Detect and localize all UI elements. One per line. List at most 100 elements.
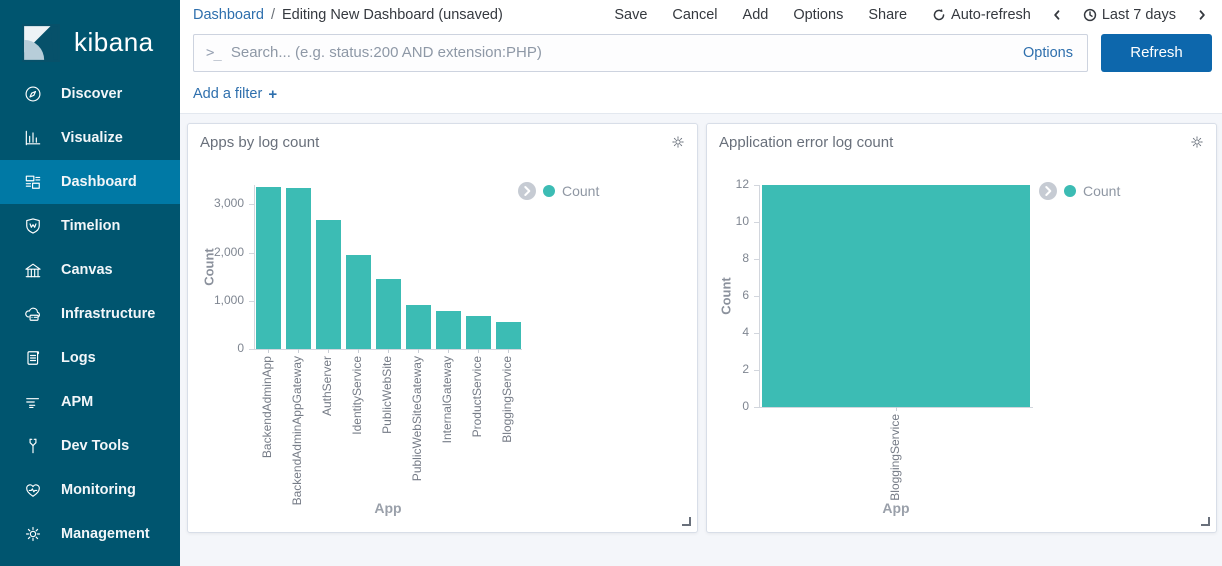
kibana-logo-text: kibana [74,27,154,58]
y-tick-mark [754,222,759,223]
logs-scroll-icon [23,348,43,368]
resize-handle-icon[interactable] [1201,517,1210,526]
bar-ProductService[interactable] [466,316,491,349]
legend-expand-icon[interactable] [1039,182,1057,200]
y-tick-mark [249,253,254,254]
sidebar-item-timelion[interactable]: Timelion [0,204,180,248]
y-tick-mark [249,349,254,350]
sidebar-item-label: Visualize [61,130,123,146]
x-tick-mark [478,349,479,353]
search-options-link[interactable]: Options [1023,45,1073,61]
x-category-label: AuthServer [320,356,334,416]
x-category-label: BloggingService [888,414,902,501]
x-category-label: PublicWebSite [380,356,394,434]
bar-IdentityService[interactable] [346,255,371,349]
sidebar-item-monitoring[interactable]: Monitoring [0,468,180,512]
menu-options-button[interactable]: Options [793,7,843,23]
y-tick-label: 12 [707,177,749,191]
search-box[interactable]: >_ Options [193,34,1088,72]
legend-series-label[interactable]: Count [562,183,599,199]
refresh-button[interactable]: Refresh [1101,34,1212,72]
bar-BackendAdminApp[interactable] [256,187,281,349]
header-right: Auto-refresh Last 7 days [932,7,1208,23]
plus-icon: + [268,86,277,103]
refresh-cycle-icon [932,8,946,22]
kibana-app: kibana DiscoverVisualizeDashboardTimelio… [0,0,1222,566]
infrastructure-cloud-icon [23,304,43,324]
search-row: >_ Options Refresh [180,30,1222,75]
resize-handle-icon[interactable] [682,517,691,526]
add-filter-link[interactable]: Add a filter + [193,86,277,103]
y-tick-label: 0 [707,399,749,413]
x-tick-mark [418,349,419,353]
sidebar-item-label: APM [61,394,93,410]
bar-BackendAdminAppGateway[interactable] [286,188,311,349]
sidebar-item-dashboard[interactable]: Dashboard [0,160,180,204]
sidebar-item-dev-tools[interactable]: Dev Tools [0,424,180,468]
top-header: Dashboard / Editing New Dashboard (unsav… [180,0,1222,30]
x-axis-title: App [374,500,401,516]
y-tick-mark [754,407,759,408]
x-tick-mark [298,349,299,353]
kibana-logo[interactable]: kibana [0,0,180,70]
gear-icon [23,524,43,544]
sidebar-item-management[interactable]: Management [0,512,180,556]
search-input[interactable] [231,44,1023,61]
x-category-label: BloggingService [500,356,514,443]
sidebar-item-label: Logs [61,350,96,366]
x-category-label: BackendAdminAppGateway [290,356,304,505]
menu-share-button[interactable]: Share [868,7,907,23]
y-tick-mark [754,296,759,297]
y-axis-title: Count [719,277,734,315]
bar-BloggingService[interactable] [496,322,521,349]
x-tick-mark [508,349,509,353]
terminal-prompt-icon: >_ [206,45,221,61]
auto-refresh-button[interactable]: Auto-refresh [932,7,1031,23]
sidebar-item-visualize[interactable]: Visualize [0,116,180,160]
sidebar-item-infrastructure[interactable]: Infrastructure [0,292,180,336]
time-back-button[interactable] [1051,9,1063,21]
sidebar: kibana Discover Visualize DashboardTimelio… [0,0,180,566]
timelion-shield-icon [23,216,43,236]
bar-AuthServer[interactable] [316,220,341,349]
menu-save-button[interactable]: Save [614,7,647,23]
y-tick-mark [754,333,759,334]
y-tick-label: 1,000 [188,293,244,307]
compass-icon [23,84,43,104]
menu-add-button[interactable]: Add [743,7,769,23]
legend-series-dot[interactable] [543,185,555,197]
y-tick-label: 4 [707,325,749,339]
apm-lines-icon [23,392,43,412]
chart-canvas: 01,0002,0003,000CountBackendAdminAppBack… [188,124,697,532]
bar-PublicWebSiteGateway[interactable] [406,305,431,349]
x-tick-mark [448,349,449,353]
sidebar-item-label: Management [61,526,150,542]
sidebar-item-apm[interactable]: APM [0,380,180,424]
time-forward-button[interactable] [1196,9,1208,21]
legend-expand-icon[interactable] [518,182,536,200]
sidebar-item-discover[interactable]: Discover [0,72,180,116]
y-tick-mark [249,204,254,205]
bar-BloggingService[interactable] [762,185,1030,407]
x-tick-mark [268,349,269,353]
bar-PublicWebSite[interactable] [376,279,401,349]
chevron-right-icon [1196,9,1208,21]
sidebar-item-canvas[interactable]: Canvas [0,248,180,292]
panel-apps-by-log-count: Apps by log count 01,0002,0003,000CountB… [187,123,698,533]
legend-series-label[interactable]: Count [1083,183,1120,199]
menu-cancel-button[interactable]: Cancel [672,7,717,23]
y-tick-mark [249,301,254,302]
time-range-button[interactable]: Last 7 days [1083,7,1176,23]
breadcrumb-dashboard-link[interactable]: Dashboard [193,7,264,23]
sidebar-item-logs[interactable]: Logs [0,336,180,380]
y-tick-label: 8 [707,251,749,265]
y-tick-label: 0 [188,341,244,355]
y-tick-mark [754,259,759,260]
y-axis-title: Count [202,248,217,286]
panel-application-error-log-count: Application error log count 024681012Cou… [706,123,1217,533]
kibana-logo-icon [22,24,60,62]
bar-InternalGateway[interactable] [436,311,461,349]
wrench-icon [23,436,43,456]
sidebar-item-label: Canvas [61,262,113,278]
legend-series-dot[interactable] [1064,185,1076,197]
